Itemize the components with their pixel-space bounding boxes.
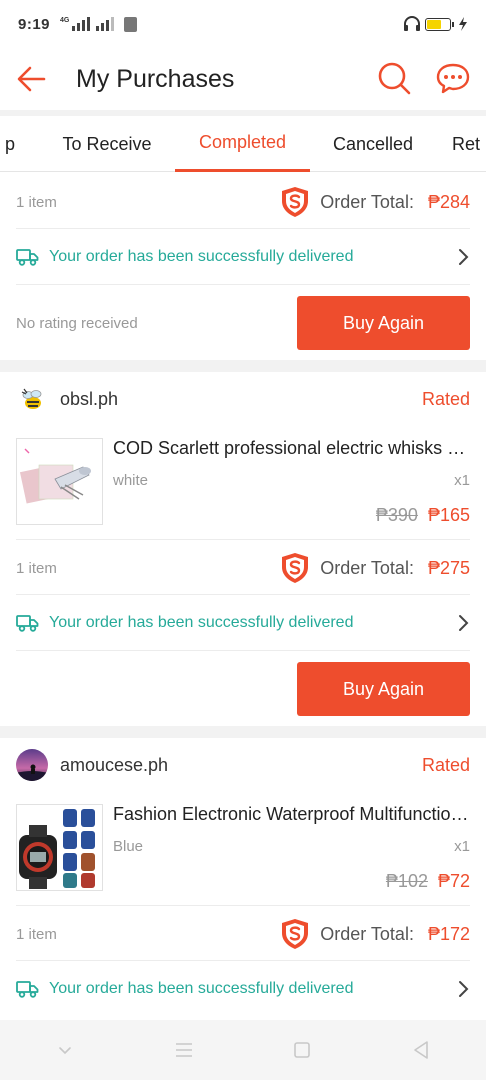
order-action-row: Buy Again [16, 662, 470, 716]
product-price: ₱102 ₱72 [386, 871, 470, 892]
item-count: 1 item [16, 559, 57, 577]
divider [16, 960, 470, 961]
item-count: 1 item [16, 925, 57, 943]
product-quantity: x1 [454, 838, 470, 855]
signal-icon-2 [96, 17, 115, 31]
menu-icon[interactable] [173, 1039, 195, 1061]
product-variation: Blue [113, 838, 144, 855]
back-arrow-icon[interactable] [14, 61, 50, 97]
shop-name: amoucese.ph [60, 754, 169, 775]
original-price: ₱390 [375, 505, 418, 525]
delivery-status-row[interactable]: Your order has been successfully deliver… [16, 968, 470, 1010]
order-total-value: ₱284 [427, 191, 470, 212]
delivery-status-row[interactable]: Your order has been successfully deliver… [16, 602, 470, 644]
system-nav-bar [0, 1020, 486, 1080]
tab-return[interactable]: Ret [452, 116, 486, 172]
status-bar: 9:19 4G [0, 0, 486, 48]
divider [16, 284, 470, 285]
order-card: 1 item Order Total: ₱284 Your order has … [0, 172, 486, 360]
item-count: 1 item [16, 193, 57, 211]
app-header: My Purchases [0, 48, 486, 110]
order-total-value: ₱275 [427, 557, 470, 578]
order-total-label: Order Total: [320, 557, 414, 578]
shop-name: obsl.ph [60, 388, 119, 409]
search-icon[interactable] [376, 60, 412, 96]
product-name[interactable]: Fashion Electronic Waterproof Multifunct… [113, 804, 470, 825]
signal-icon: 4G [60, 17, 91, 31]
product-thumbnail[interactable] [16, 438, 103, 525]
network-type: 4G [60, 17, 70, 24]
shopee-guarantee-icon [282, 187, 309, 217]
tab-completed[interactable]: Completed [175, 116, 310, 172]
order-total-value: ₱172 [427, 923, 470, 944]
order-summary-row: 1 item Order Total: ₱172 [16, 914, 470, 954]
order-card: obsl.ph Rated COD Scarlett professional … [0, 372, 486, 726]
divider [16, 650, 470, 651]
divider [16, 905, 470, 906]
tab-to-receive[interactable]: To Receive [44, 116, 170, 172]
status-right [403, 16, 468, 32]
order-summary-row: 1 item Order Total: ₱284 [16, 182, 470, 222]
order-status-tabs: p To Receive Completed Cancelled Ret [0, 116, 486, 172]
charging-icon [459, 17, 467, 31]
order-total: Order Total: ₱284 [280, 186, 470, 218]
rating-status: Rated [421, 388, 470, 409]
shopee-guarantee-icon [282, 919, 309, 949]
product-price: ₱390 ₱165 [376, 505, 470, 526]
delivery-status-text: Your order has been successfully deliver… [49, 980, 354, 997]
chat-icon[interactable] [435, 60, 471, 96]
product-name[interactable]: COD Scarlett professional electric whisk… [113, 438, 470, 459]
divider [16, 539, 470, 540]
shop-avatar [16, 383, 48, 415]
back-icon[interactable] [410, 1039, 432, 1061]
order-action-row: No rating received Buy Again [16, 296, 470, 350]
product-thumbnail[interactable] [16, 804, 103, 891]
delivery-status-text: Your order has been successfully deliver… [49, 248, 354, 265]
order-total-label: Order Total: [320, 191, 414, 212]
chevron-right-icon [459, 249, 469, 265]
tab-cancelled[interactable]: Cancelled [318, 116, 428, 172]
status-time: 9:19 [18, 15, 51, 33]
page-title: My Purchases [76, 64, 235, 93]
order-total: Order Total: ₱172 [280, 918, 470, 950]
delivery-status-text: Your order has been successfully deliver… [49, 614, 354, 631]
shop-header[interactable]: obsl.ph Rated [16, 380, 470, 418]
truck-icon [16, 249, 39, 266]
chevron-right-icon [459, 981, 469, 997]
battery-icon [425, 17, 454, 31]
sale-price: ₱165 [427, 505, 470, 525]
chevron-right-icon [459, 615, 469, 631]
product-variation: white [113, 472, 149, 489]
divider [16, 594, 470, 595]
product-quantity: x1 [454, 472, 470, 489]
buy-again-button[interactable]: Buy Again [297, 296, 470, 350]
shop-avatar [16, 749, 48, 781]
sim-icon [124, 16, 138, 32]
shopee-guarantee-icon [282, 553, 309, 583]
rating-status: No rating received [16, 314, 138, 332]
order-total: Order Total: ₱275 [280, 552, 470, 584]
headset-icon [404, 16, 420, 31]
original-price: ₱102 [385, 871, 428, 891]
sale-price: ₱72 [437, 871, 470, 891]
home-icon[interactable] [291, 1039, 313, 1061]
truck-icon [16, 615, 39, 632]
delivery-status-row[interactable]: Your order has been successfully deliver… [16, 236, 470, 278]
chevron-down-icon[interactable] [54, 1039, 76, 1061]
rating-status: Rated [421, 754, 470, 775]
order-card: amoucese.ph Rated Fashion Electronic Wat… [0, 738, 486, 1020]
buy-again-button[interactable]: Buy Again [297, 662, 470, 716]
shop-header[interactable]: amoucese.ph Rated [16, 746, 470, 784]
order-total-label: Order Total: [320, 923, 414, 944]
truck-icon [16, 981, 39, 998]
order-summary-row: 1 item Order Total: ₱275 [16, 548, 470, 588]
tab-to-ship[interactable]: p [0, 116, 22, 172]
divider [16, 228, 470, 229]
